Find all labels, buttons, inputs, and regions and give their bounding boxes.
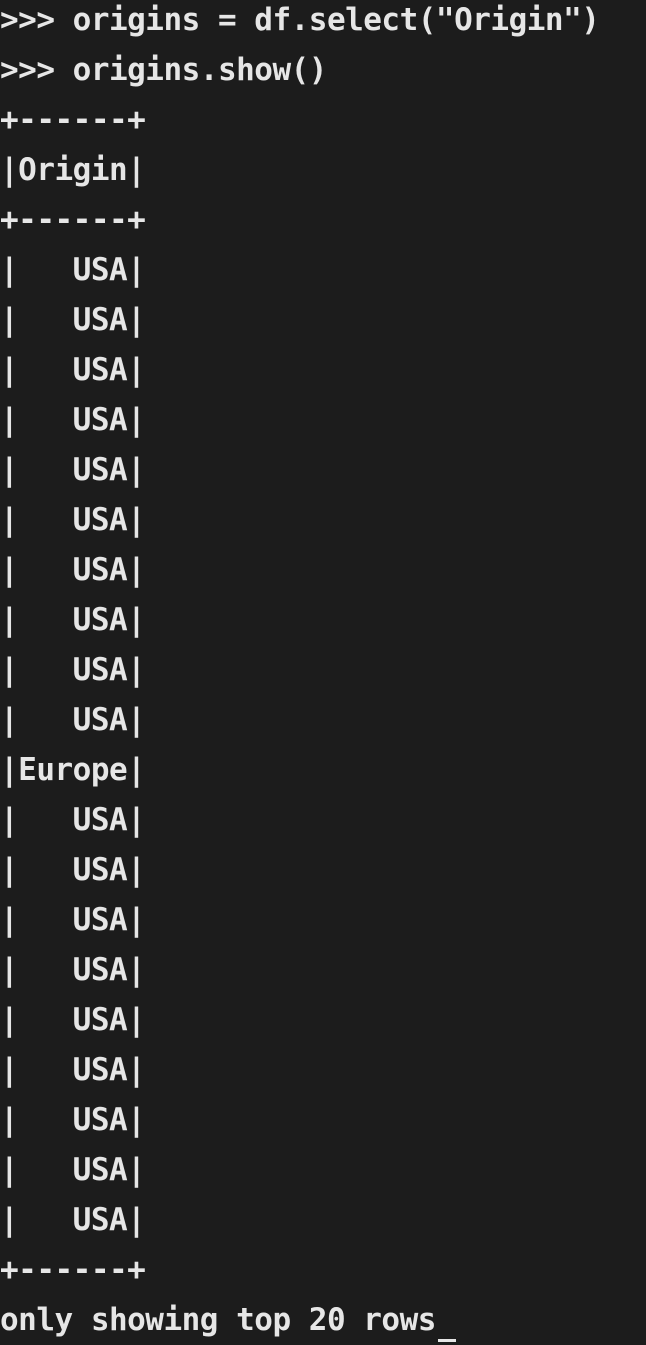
table-row: | USA| xyxy=(0,1202,146,1238)
table-row: | USA| xyxy=(0,852,146,888)
table-row: | USA| xyxy=(0,552,146,588)
command-line-select: >>> origins = df.select("Origin") xyxy=(0,2,600,38)
table-row: | USA| xyxy=(0,452,146,488)
table-row: | USA| xyxy=(0,1002,146,1038)
table-border-header: +------+ xyxy=(0,202,146,238)
output-footer-line: only showing top 20 rows xyxy=(0,1295,456,1345)
table-row: | USA| xyxy=(0,502,146,538)
table-row: | USA| xyxy=(0,902,146,938)
table-row: | USA| xyxy=(0,1102,146,1138)
table-row: | USA| xyxy=(0,1152,146,1188)
table-row: | USA| xyxy=(0,252,146,288)
table-row: | USA| xyxy=(0,352,146,388)
table-row: | USA| xyxy=(0,652,146,688)
table-border-top: +------+ xyxy=(0,102,146,138)
command-line-show: >>> origins.show() xyxy=(0,52,327,88)
table-row: | USA| xyxy=(0,952,146,988)
table-header: |Origin| xyxy=(0,152,146,188)
text-cursor xyxy=(437,1339,456,1342)
table-border-bottom: +------+ xyxy=(0,1252,146,1288)
table-row: | USA| xyxy=(0,602,146,638)
table-row: | USA| xyxy=(0,1052,146,1088)
table-row: |Europe| xyxy=(0,752,146,788)
table-row: | USA| xyxy=(0,802,146,838)
table-row: | USA| xyxy=(0,302,146,338)
table-row: | USA| xyxy=(0,702,146,738)
output-footer-text: only showing top 20 rows xyxy=(0,1302,436,1338)
table-row: | USA| xyxy=(0,402,146,438)
terminal-window[interactable]: >>> origins = df.select("Origin") >>> or… xyxy=(0,0,646,1344)
